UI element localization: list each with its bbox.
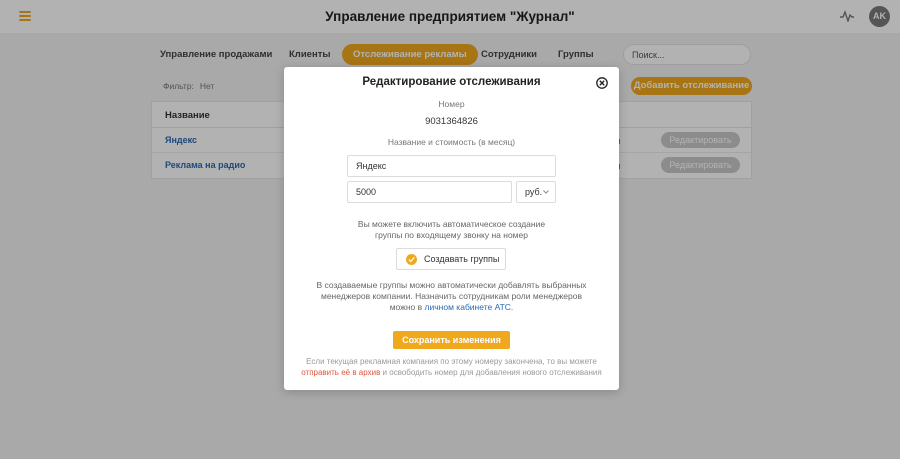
number-label: Номер: [438, 99, 465, 109]
name-cost-label: Название и стоимость (в месяц): [387, 137, 516, 147]
auto-group-hint-line: Вы можете включить автоматическое создан…: [357, 219, 546, 229]
close-icon[interactable]: [596, 77, 608, 89]
save-changes-button[interactable]: Сохранить изменения: [393, 331, 510, 349]
managers-hint-period: .: [510, 302, 514, 312]
create-groups-label: Создавать группы: [424, 254, 500, 264]
auto-group-hint-line: группы по входящему звонку на номер: [375, 230, 528, 240]
managers-hint-line: В создаваемые группы можно автоматически…: [316, 280, 587, 290]
auto-group-hint: Вы можете включить автоматическое создан…: [304, 219, 599, 241]
currency-value: руб.: [525, 187, 543, 197]
archive-hint-line: Если текущая рекламная компания по этому…: [306, 357, 597, 366]
archive-hint-text: и освободить номер для добавления нового…: [382, 368, 602, 377]
archive-link[interactable]: отправить её в архив: [301, 368, 380, 377]
chevron-down-icon: [543, 190, 549, 194]
create-groups-checkbox[interactable]: Создавать группы: [396, 248, 506, 270]
modal-title: Редактирование отслеживания: [362, 76, 541, 88]
managers-hint-text: можно в: [389, 302, 423, 312]
edit-tracking-modal: Редактирование отслеживания Номер 903136…: [284, 67, 619, 390]
cost-input[interactable]: [347, 181, 512, 203]
managers-hint-line: менеджеров компании. Назначить сотрудник…: [320, 291, 582, 301]
pbx-cabinet-link[interactable]: личном кабинете АТС: [425, 302, 511, 312]
managers-hint-line: можно в личном кабинете АТС.: [304, 302, 599, 313]
archive-hint: Если текущая рекламная компания по этому…: [294, 356, 609, 378]
managers-hint: В создаваемые группы можно автоматически…: [304, 280, 599, 313]
tracking-name-input[interactable]: [347, 155, 556, 177]
check-icon: [406, 254, 417, 265]
currency-select[interactable]: руб.: [516, 181, 556, 203]
number-value: 9031364826: [425, 116, 478, 127]
archive-hint-line: отправить её в архив и освободить номер …: [294, 367, 609, 378]
